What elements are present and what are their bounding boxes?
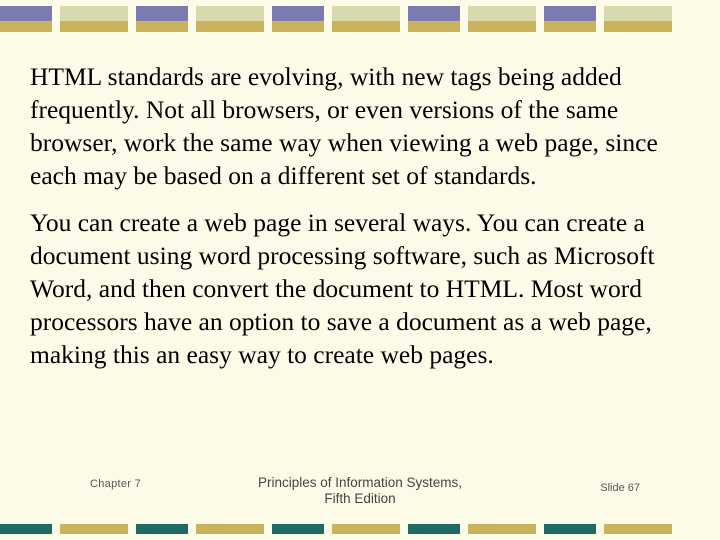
top-bar-accent [604,6,672,21]
bottom-bar-accent [468,524,536,534]
bottom-bar-accent [60,524,128,534]
top-bar-segment [408,0,460,36]
bottom-bar-accent [604,524,672,534]
top-bar-segment [332,0,400,36]
top-bar-tan [272,21,324,32]
top-bar-segment [544,0,596,36]
bottom-bar-accent [136,524,188,534]
top-bar-segment [604,0,672,36]
top-bar-accent [272,6,324,21]
top-bar-segment [0,0,52,36]
bottom-bar-accent [272,524,324,534]
bottom-bar-accent [0,524,52,534]
bottom-bar-segment [0,518,52,540]
top-bar-segment [468,0,536,36]
top-bar-accent [196,6,264,21]
top-bar-accent [136,6,188,21]
bottom-bar-accent [544,524,596,534]
bottom-bar-segment [468,518,536,540]
top-bar-accent [332,6,400,21]
top-bar-tan [196,21,264,32]
bottom-bar-segment [272,518,324,540]
bottom-bar-segment [544,518,596,540]
slide-footer: Chapter 7 Principles of Information Syst… [0,472,720,512]
top-bar-tan [0,21,52,32]
top-bar-accent [544,6,596,21]
top-bar-accent [408,6,460,21]
bottom-bar-accent [408,524,460,534]
top-bar-segment [196,0,264,36]
bottom-decorative-bar [0,518,720,540]
top-decorative-bar [0,0,720,36]
top-bar-tan [544,21,596,32]
bottom-bar-segment [60,518,128,540]
top-bar-tan [60,21,128,32]
top-bar-accent [60,6,128,21]
top-bar-tan [332,21,400,32]
paragraph-2: You can create a web page in several way… [30,208,655,369]
bottom-bar-segment [332,518,400,540]
top-bar-accent [0,6,52,21]
paragraph-1: HTML standards are evolving, with new ta… [30,62,658,190]
top-bar-segment [60,0,128,36]
top-bar-tan [408,21,460,32]
bottom-bar-segment [408,518,460,540]
bottom-bar-segment [136,518,188,540]
top-bar-tan [468,21,536,32]
slide-body: HTML standards are evolving, with new ta… [30,60,690,381]
top-bar-segment [272,0,324,36]
top-bar-tan [604,21,672,32]
bottom-bar-segment [196,518,264,540]
footer-slide-number: Slide 67 [600,482,640,494]
bottom-bar-accent [332,524,400,534]
top-bar-segment [136,0,188,36]
bottom-bar-segment [604,518,672,540]
bottom-bar-accent [196,524,264,534]
top-bar-accent [468,6,536,21]
top-bar-tan [136,21,188,32]
